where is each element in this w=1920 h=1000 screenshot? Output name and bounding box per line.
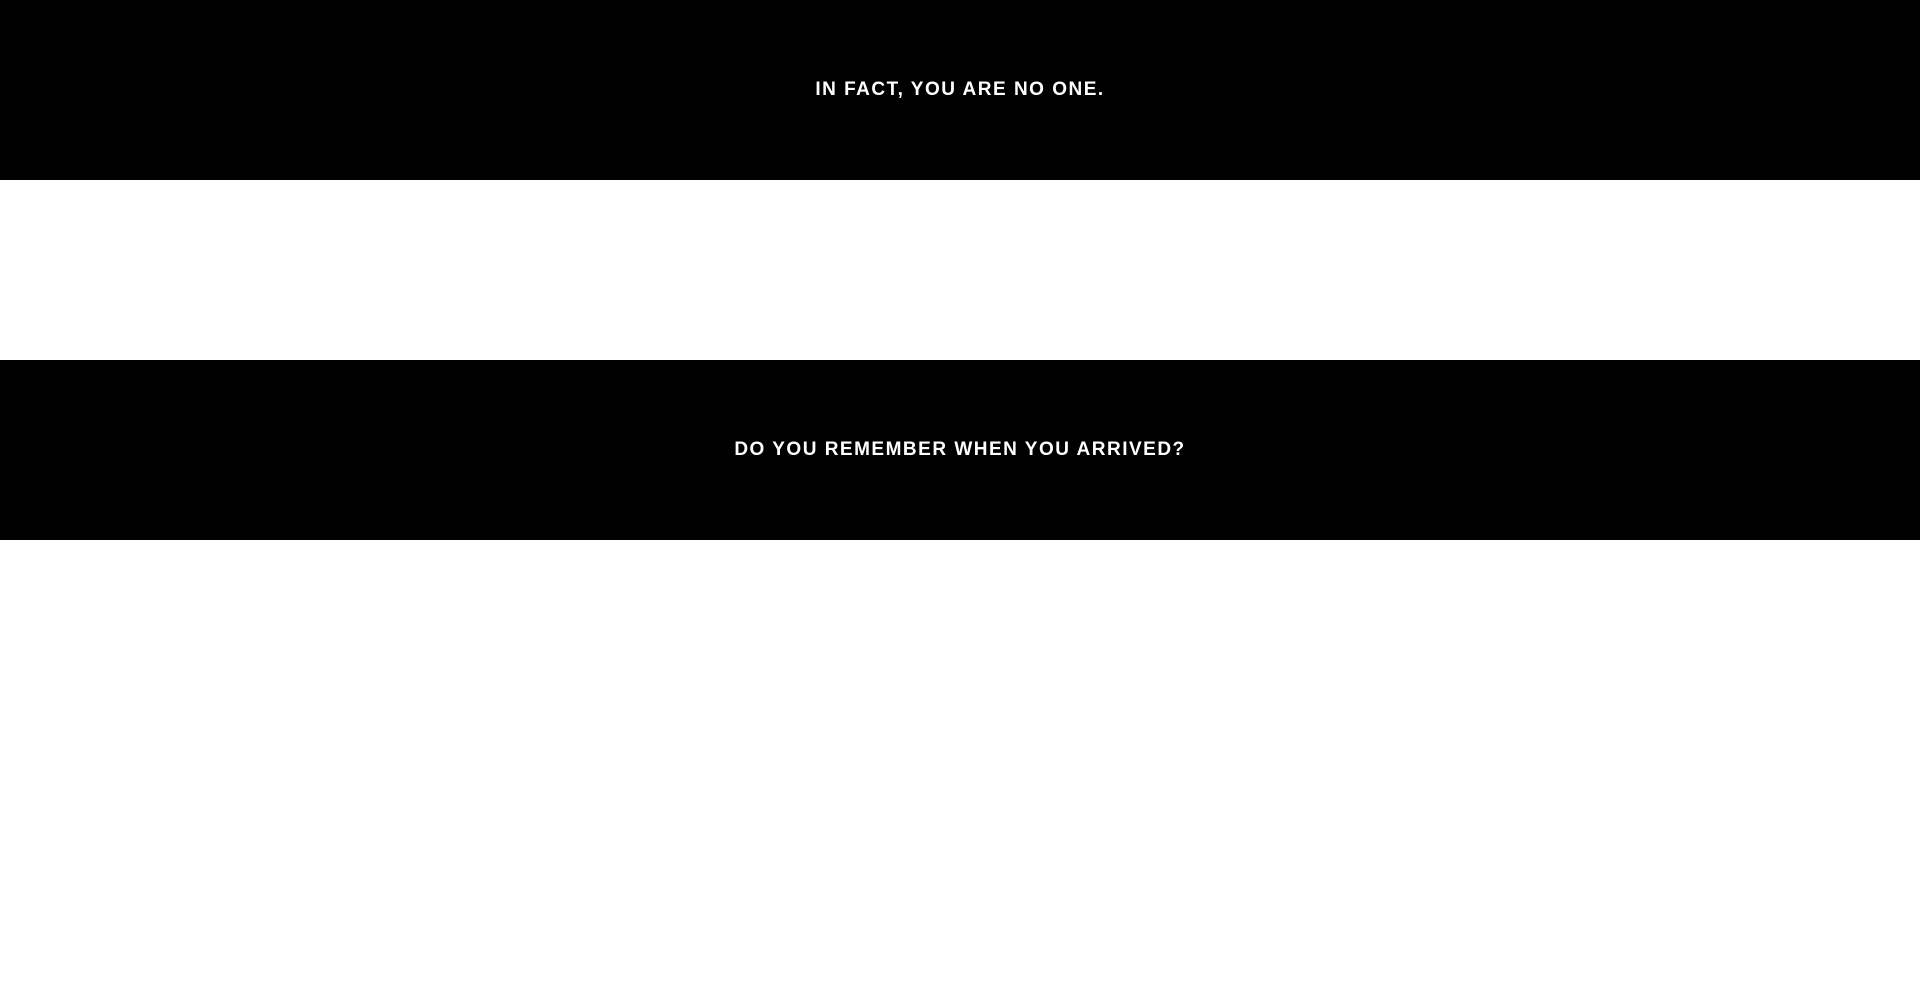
message-band-1: IN FACT, YOU ARE NO ONE. (0, 0, 1920, 180)
page: IN FACT, YOU ARE NO ONE. DO YOU REMEMBER… (0, 0, 1920, 1000)
message-text-1: IN FACT, YOU ARE NO ONE. (815, 79, 1105, 100)
spacer-band (0, 180, 1920, 360)
message-band-2: DO YOU REMEMBER WHEN YOU ARRIVED? (0, 360, 1920, 540)
message-text-2: DO YOU REMEMBER WHEN YOU ARRIVED? (734, 439, 1186, 460)
